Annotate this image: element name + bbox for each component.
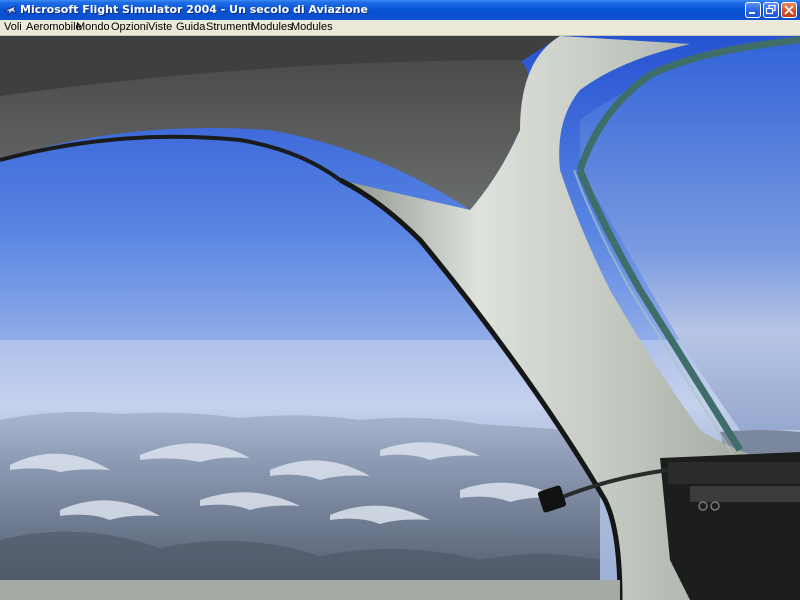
airplane-icon[interactable] xyxy=(3,3,17,17)
application-window: Microsoft Flight Simulator 2004 - Un sec… xyxy=(0,0,800,600)
menu-opzioni[interactable]: Opzioni xyxy=(111,20,148,35)
menu-viste[interactable]: Viste xyxy=(148,20,172,35)
menu-modules-2[interactable]: Modules xyxy=(291,20,333,35)
menu-bar: Voli Aeromobile Mondo Opzioni Viste Guid… xyxy=(0,20,800,36)
menu-voli[interactable]: Voli xyxy=(4,20,22,35)
minimize-icon xyxy=(749,12,755,14)
compass-unit-top xyxy=(668,462,800,484)
close-button[interactable] xyxy=(781,2,797,18)
menu-modules[interactable]: Modules xyxy=(251,20,293,35)
window-frame-bottom xyxy=(0,580,620,600)
menu-guida[interactable]: Guida xyxy=(176,20,205,35)
minimize-button[interactable] xyxy=(745,2,761,18)
close-icon xyxy=(784,5,794,15)
title-bar[interactable]: Microsoft Flight Simulator 2004 - Un sec… xyxy=(0,0,800,20)
menu-aeromobile[interactable]: Aeromobile xyxy=(26,20,82,35)
cockpit-viewport[interactable] xyxy=(0,36,800,600)
compass-unit-panel xyxy=(690,486,800,502)
cockpit-scene xyxy=(0,36,800,600)
restore-button[interactable] xyxy=(763,2,779,18)
window-title: Microsoft Flight Simulator 2004 - Un sec… xyxy=(20,3,368,16)
restore-icon xyxy=(765,4,776,15)
menu-strumenti[interactable]: Strumenti xyxy=(206,20,253,35)
menu-mondo[interactable]: Mondo xyxy=(76,20,110,35)
